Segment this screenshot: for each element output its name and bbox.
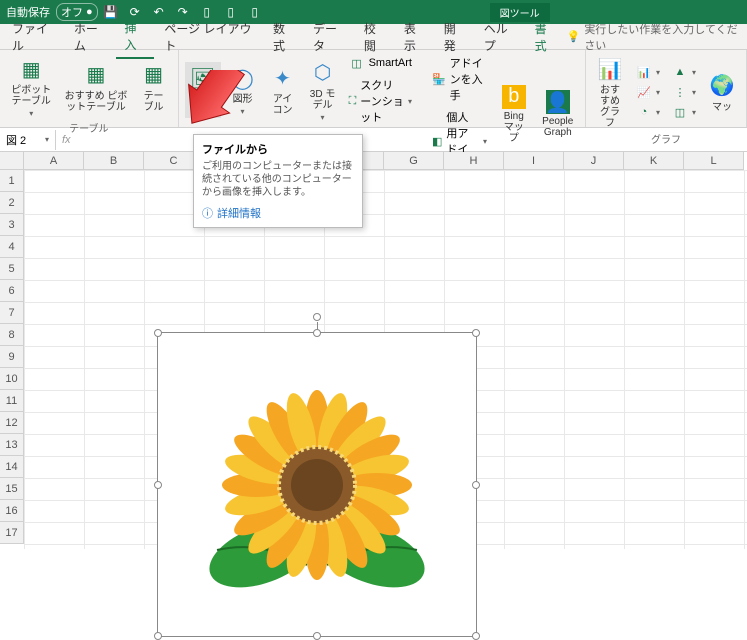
tooltip-more-info[interactable]: ⓘ詳細情報 — [202, 205, 354, 221]
screenshot-button[interactable]: ⛶スクリーンショット▾ — [345, 75, 416, 127]
cube-icon: ⬡ — [309, 59, 337, 87]
rotate-handle[interactable] — [313, 313, 321, 321]
row-header[interactable]: 10 — [0, 368, 24, 390]
row-header[interactable]: 2 — [0, 192, 24, 214]
column-header[interactable]: G — [384, 152, 444, 170]
pivot-table-button[interactable]: ▦ピボット テーブル▾ — [6, 53, 56, 120]
inserted-image-frame[interactable] — [157, 332, 477, 637]
resize-handle-sw[interactable] — [154, 632, 162, 640]
row-header[interactable]: 8 — [0, 324, 24, 346]
row-header[interactable]: 14 — [0, 456, 24, 478]
sunflower-image — [187, 355, 447, 615]
fx-icon[interactable]: fx — [56, 134, 77, 146]
row-header[interactable]: 16 — [0, 500, 24, 522]
bing-maps-button[interactable]: bBing マップ — [495, 83, 532, 146]
table-icon: ▦ — [140, 61, 168, 89]
people-graph-button[interactable]: 👤People Graph — [537, 88, 579, 140]
smartart-button[interactable]: ◫SmartArt — [345, 53, 416, 73]
red-arrow-callout — [175, 70, 295, 150]
group-tables: ▦ピボット テーブル▾ ▦おすすめ ピボットテーブル ▦テーブル テーブル — [0, 50, 179, 127]
row-header[interactable]: 15 — [0, 478, 24, 500]
area-chart-icon: ▲ — [672, 64, 688, 80]
lightbulb-icon: 💡 — [567, 30, 581, 43]
recommended-charts-button[interactable]: 📊おすすめ グラフ — [592, 53, 628, 131]
recommended-pivot-button[interactable]: ▦おすすめ ピボットテーブル — [60, 59, 131, 115]
screenshot-icon: ⛶ — [349, 93, 357, 109]
column-header[interactable]: I — [504, 152, 564, 170]
row-header[interactable]: 7 — [0, 302, 24, 324]
chart-type-button[interactable]: 📊▾ — [632, 62, 664, 82]
row-header[interactable]: 4 — [0, 236, 24, 258]
column-header[interactable]: H — [444, 152, 504, 170]
name-box[interactable]: 図 2▾ — [0, 130, 56, 150]
chart-icon: 📊 — [596, 55, 624, 83]
column-header[interactable]: L — [684, 152, 744, 170]
chart-type-button[interactable]: ◫▾ — [668, 102, 700, 122]
tell-me-search[interactable]: 💡 実行したい作業を入力してください — [567, 21, 743, 53]
resize-handle-ne[interactable] — [472, 329, 480, 337]
column-header[interactable]: B — [84, 152, 144, 170]
3dmodel-button[interactable]: ⬡3D モデル▾ — [305, 57, 341, 124]
chart-type-button[interactable]: ⋮▾ — [668, 82, 700, 102]
resize-handle-w[interactable] — [154, 481, 162, 489]
row-header[interactable]: 1 — [0, 170, 24, 192]
chart-type-button[interactable]: ▲▾ — [668, 62, 700, 82]
store-icon: 🏪 — [432, 71, 446, 87]
scatter-chart-icon: ⋮ — [672, 84, 688, 100]
ribbon-tabs: ファイル ホーム 挿入 ページ レイアウト 数式 データ 校閲 表示 開発 ヘル… — [0, 24, 747, 50]
pie-chart-icon: ◔ — [636, 104, 652, 120]
row-header[interactable]: 11 — [0, 390, 24, 412]
resize-handle-n[interactable] — [313, 329, 321, 337]
row-header[interactable]: 13 — [0, 434, 24, 456]
column-header[interactable]: J — [564, 152, 624, 170]
select-all-corner[interactable] — [0, 152, 24, 170]
column-headers: ABCDEFGHIJKL — [24, 152, 747, 170]
line-chart-icon: 📈 — [636, 84, 652, 100]
chevron-down-icon: ▾ — [45, 135, 49, 144]
bing-icon: b — [502, 85, 526, 109]
row-header[interactable]: 17 — [0, 522, 24, 544]
resize-handle-nw[interactable] — [154, 329, 162, 337]
row-header[interactable]: 9 — [0, 346, 24, 368]
pivot-icon: ▦ — [17, 55, 45, 83]
smartart-icon: ◫ — [349, 55, 365, 71]
maps-button[interactable]: 🌍マッ — [704, 70, 740, 115]
row-header[interactable]: 12 — [0, 412, 24, 434]
column-header[interactable]: A — [24, 152, 84, 170]
row-header[interactable]: 3 — [0, 214, 24, 236]
worksheet[interactable]: ABCDEFGHIJKL 1234567891011121314151617 — [0, 152, 747, 549]
bar-chart-icon: 📊 — [636, 64, 652, 80]
rec-pivot-icon: ▦ — [82, 61, 110, 89]
chart-type-button[interactable]: 📈▾ — [632, 82, 664, 102]
addins-icon: ◧ — [432, 133, 442, 149]
row-header[interactable]: 5 — [0, 258, 24, 280]
group-addins: 🏪アドインを入手 ◧個人用アドイン▾ bBing マップ 👤People Gra… — [422, 50, 586, 127]
resize-handle-se[interactable] — [472, 632, 480, 640]
info-icon: ⓘ — [202, 205, 213, 221]
tooltip-body: ご利用のコンピューターまたは接続されている他のコンピューターから画像を挿入します… — [202, 160, 354, 199]
ribbon: ▦ピボット テーブル▾ ▦おすすめ ピボットテーブル ▦テーブル テーブル 🖼画… — [0, 50, 747, 128]
map-icon: 🌍 — [708, 72, 736, 100]
formula-bar: 図 2▾ fx — [0, 128, 747, 152]
row-headers: 1234567891011121314151617 — [0, 170, 24, 544]
people-icon: 👤 — [546, 90, 570, 114]
group-charts: 📊おすすめ グラフ 📊▾ 📈▾ ◔▾ ▲▾ ⋮▾ ◫▾ 🌍マッ グラフ — [586, 50, 747, 127]
table-button[interactable]: ▦テーブル — [136, 59, 172, 115]
get-addins-button[interactable]: 🏪アドインを入手 — [428, 53, 491, 105]
row-header[interactable]: 6 — [0, 280, 24, 302]
combo-chart-icon: ◫ — [672, 104, 688, 120]
resize-handle-s[interactable] — [313, 632, 321, 640]
resize-handle-e[interactable] — [472, 481, 480, 489]
chart-type-button[interactable]: ◔▾ — [632, 102, 664, 122]
column-header[interactable]: K — [624, 152, 684, 170]
